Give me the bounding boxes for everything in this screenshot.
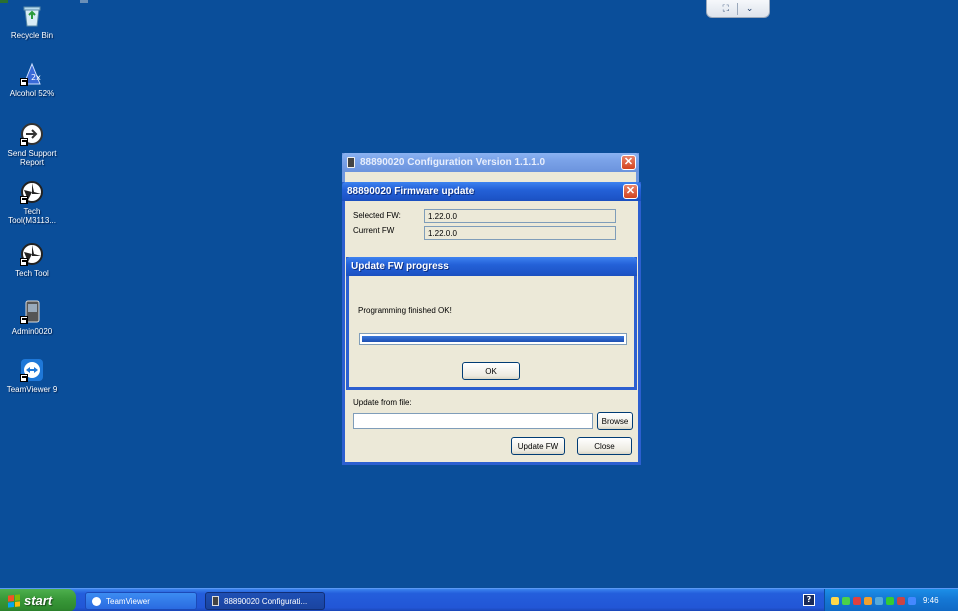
admin-icon xyxy=(20,300,44,324)
update-progress-title: Update FW progress xyxy=(351,261,449,272)
app-icon xyxy=(212,596,219,606)
remote-control-panel[interactable]: ⛶ ⌄ xyxy=(706,0,770,18)
update-progress-dialog[interactable]: Update FW progress Programming finished … xyxy=(346,257,637,390)
tech-tool-icon xyxy=(20,242,44,266)
chevron-down-icon[interactable]: ⌄ xyxy=(746,4,754,14)
taskbar-item-label: 88890020 Configurati... xyxy=(224,596,308,606)
file-path-input[interactable] xyxy=(353,413,593,429)
close-icon[interactable]: ✕ xyxy=(623,184,638,199)
network-icon[interactable] xyxy=(831,596,839,605)
update-fw-button[interactable]: Update FW xyxy=(511,437,565,455)
desktop-icon-label: Tech Tool(M3113... xyxy=(8,207,56,225)
tray-app-icon[interactable] xyxy=(886,596,894,605)
browse-button[interactable]: Browse xyxy=(597,412,633,430)
firmware-update-titlebar[interactable]: 88890020 Firmware update ✕ xyxy=(342,182,641,201)
desktop-icon-send-support[interactable]: Send Support Report xyxy=(0,122,64,167)
help-icon[interactable]: ? xyxy=(803,594,815,606)
current-fw-value: 1.22.0.0 xyxy=(424,226,616,240)
desktop-icon-teamviewer[interactable]: TeamViewer 9 xyxy=(0,358,64,394)
volume-icon[interactable] xyxy=(875,596,883,605)
fullscreen-icon[interactable]: ⛶ xyxy=(723,4,729,14)
update-from-file-label: Update from file: xyxy=(353,398,412,407)
svg-text:2x: 2x xyxy=(31,73,41,82)
firmware-update-title: 88890020 Firmware update xyxy=(347,186,475,197)
configuration-window-titlebar[interactable]: 88890020 Configuration Version 1.1.1.0 ✕ xyxy=(342,153,639,172)
shortcut-arrow-icon xyxy=(20,196,28,204)
tray-app-icon[interactable] xyxy=(897,596,905,605)
taskbar: start TeamViewer 88890020 Configurati...… xyxy=(0,588,958,611)
selected-fw-label: Selected FW: xyxy=(353,211,401,220)
start-button[interactable]: start xyxy=(0,589,76,611)
desktop-icon-label: TeamViewer 9 xyxy=(6,385,58,394)
shortcut-arrow-icon xyxy=(20,374,28,382)
progress-message: Programming finished OK! xyxy=(358,306,452,315)
current-fw-label: Current FW xyxy=(353,226,395,235)
desktop-icon-alcohol[interactable]: 2x Alcohol 52% xyxy=(0,62,64,98)
ok-button[interactable]: OK xyxy=(462,362,520,380)
teamviewer-icon xyxy=(92,596,101,606)
shortcut-arrow-icon xyxy=(20,258,28,266)
alcohol-icon: 2x xyxy=(20,62,44,86)
desktop-icon-label: Recycle Bin xyxy=(10,31,54,40)
desktop-icon-recycle-bin[interactable]: Recycle Bin xyxy=(0,4,64,40)
desktop-icon-label: Alcohol 52% xyxy=(9,89,55,98)
security-icon[interactable] xyxy=(842,596,850,605)
send-support-icon xyxy=(20,122,44,146)
screen-top-edge xyxy=(0,0,958,3)
progress-bar-fill xyxy=(362,336,624,342)
shortcut-arrow-icon xyxy=(20,78,28,86)
taskbar-item-label: TeamViewer xyxy=(106,596,150,606)
progress-bar xyxy=(359,333,627,345)
update-icon[interactable] xyxy=(864,596,872,605)
teamviewer-icon xyxy=(20,358,44,382)
close-icon[interactable]: ✕ xyxy=(621,155,636,170)
desktop-icon-label: Send Support Report xyxy=(7,149,57,167)
taskbar-item-teamviewer[interactable]: TeamViewer xyxy=(85,592,197,610)
close-button[interactable]: Close xyxy=(577,437,632,455)
desktop-icon-label: Tech Tool xyxy=(15,269,49,278)
antivirus-icon[interactable] xyxy=(853,596,861,605)
shortcut-arrow-icon xyxy=(20,138,28,146)
recycle-bin-icon xyxy=(20,4,44,28)
panel-separator xyxy=(736,2,738,15)
desktop-icon-tech-tool[interactable]: Tech Tool xyxy=(0,242,64,278)
tray-app-icon[interactable] xyxy=(908,596,916,605)
desktop-icon-admin[interactable]: Admin0020 xyxy=(0,300,64,336)
configuration-window-title: 88890020 Configuration Version 1.1.1.0 xyxy=(360,157,546,168)
windows-logo-icon xyxy=(8,593,20,608)
start-label: start xyxy=(24,593,53,608)
taskbar-item-configuration[interactable]: 88890020 Configurati... xyxy=(205,592,325,610)
desktop-icon-label: Admin0020 xyxy=(11,327,53,336)
shortcut-arrow-icon xyxy=(20,316,28,324)
app-icon xyxy=(347,157,355,168)
update-progress-titlebar[interactable]: Update FW progress xyxy=(346,257,637,276)
desktop-icon-tech-tool-m3113[interactable]: Tech Tool(M3113... xyxy=(0,180,64,225)
system-tray: 9:46 xyxy=(824,589,958,611)
tech-tool-icon xyxy=(20,180,44,204)
selected-fw-value: 1.22.0.0 xyxy=(424,209,616,223)
clock[interactable]: 9:46 xyxy=(923,596,939,605)
